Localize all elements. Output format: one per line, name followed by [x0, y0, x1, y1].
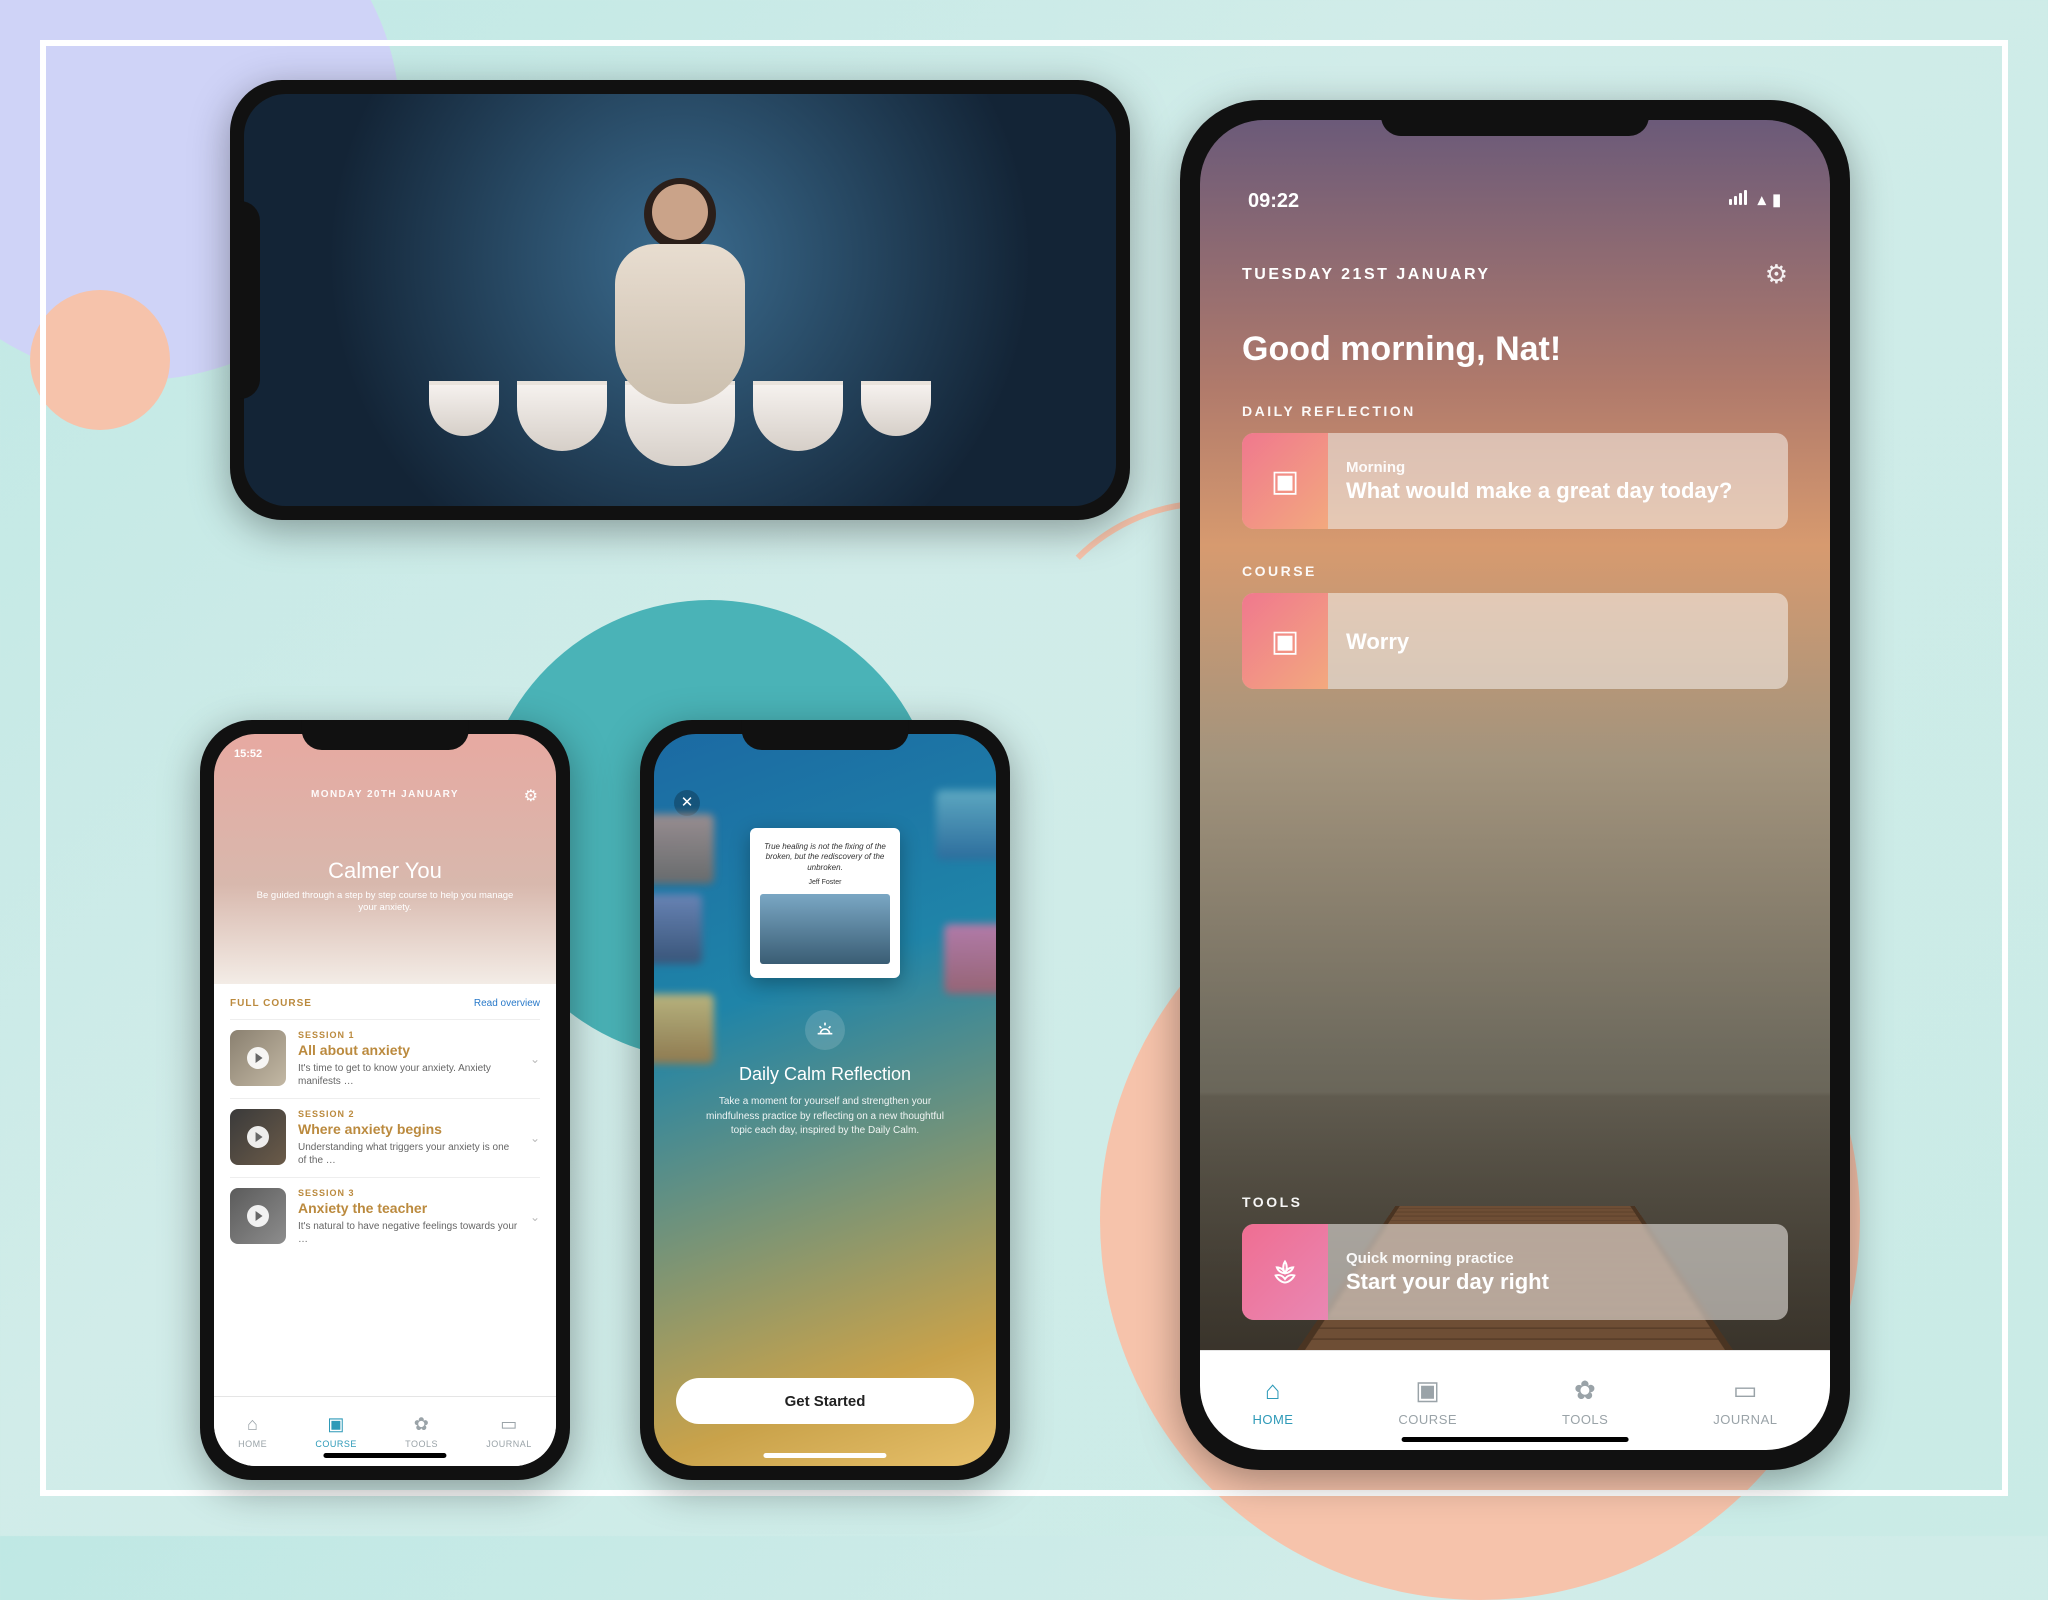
session-title: Where anxiety begins — [298, 1121, 518, 1137]
session-desc: It's time to get to know your anxiety. A… — [298, 1062, 518, 1088]
play-icon[interactable] — [230, 1188, 286, 1244]
journal-icon: ▭ — [1733, 1375, 1758, 1406]
daily-sub: Morning — [1346, 459, 1732, 476]
journal-icon: ▭ — [500, 1414, 518, 1435]
session-row[interactable]: SESSION 3 Anxiety the teacher It's natur… — [230, 1177, 540, 1256]
settings-icon[interactable]: ⚙ — [1765, 259, 1788, 290]
session-number: SESSION 1 — [298, 1030, 518, 1040]
course-header: 15:52 MONDAY 20TH JANUARY ⚙ Calmer You B… — [214, 734, 556, 984]
tab-course[interactable]: ▣COURSE — [315, 1414, 357, 1449]
instructor-figure — [600, 184, 760, 404]
tab-bar: ⌂HOME ▣COURSE ✿TOOLS ▭JOURNAL — [1200, 1350, 1830, 1450]
quote-author: Jeff Foster — [760, 879, 890, 886]
quote-text: True healing is not the fixing of the br… — [760, 842, 890, 873]
play-icon[interactable] — [230, 1109, 286, 1165]
session-desc: Understanding what triggers your anxiety… — [298, 1141, 518, 1167]
thumb-blur — [944, 924, 996, 994]
section-label-daily: DAILY REFLECTION — [1242, 403, 1788, 419]
tab-home[interactable]: ⌂HOME — [238, 1414, 267, 1449]
course-title: Calmer You — [214, 858, 556, 884]
session-title: Anxiety the teacher — [298, 1200, 518, 1216]
home-icon: ⌂ — [247, 1414, 258, 1435]
sunrise-icon — [805, 1010, 845, 1050]
course-card[interactable]: ▣ Worry — [1242, 593, 1788, 689]
chevron-down-icon[interactable]: ⌄ — [530, 1210, 540, 1224]
tools-title: Start your day right — [1346, 1269, 1549, 1295]
statusbar: 09:22 ▴ ▮ — [1242, 190, 1788, 213]
quote-image — [760, 894, 890, 964]
get-started-button[interactable]: Get Started — [676, 1378, 974, 1424]
session-number: SESSION 3 — [298, 1188, 518, 1198]
statusbar-time: 15:52 — [234, 748, 262, 760]
lotus-icon: ✿ — [414, 1414, 430, 1435]
phone-landscape-video — [230, 80, 1130, 520]
tab-tools[interactable]: ✿TOOLS — [1562, 1375, 1608, 1427]
reflection-desc: Take a moment for yourself and strengthe… — [699, 1095, 952, 1139]
close-icon[interactable]: ✕ — [674, 790, 700, 816]
header-date: MONDAY 20TH JANUARY — [214, 789, 556, 800]
calendar-icon: ▣ — [327, 1414, 345, 1435]
daily-title: What would make a great day today? — [1346, 478, 1732, 504]
greeting: Good morning, Nat! — [1242, 330, 1788, 369]
tab-course[interactable]: ▣COURSE — [1398, 1375, 1457, 1427]
tab-journal[interactable]: ▭JOURNAL — [1713, 1375, 1777, 1427]
section-label-tools: TOOLS — [1242, 1194, 1788, 1210]
play-icon[interactable] — [230, 1030, 286, 1086]
tools-sub: Quick morning practice — [1346, 1250, 1549, 1267]
reflection-title: Daily Calm Reflection — [678, 1064, 972, 1085]
section-label-course: COURSE — [1242, 563, 1788, 579]
tab-journal[interactable]: ▭JOURNAL — [486, 1414, 532, 1449]
tab-home[interactable]: ⌂HOME — [1252, 1375, 1293, 1427]
course-title: Worry — [1346, 629, 1409, 655]
calendar-icon: ▣ — [1242, 593, 1328, 689]
session-desc: It's natural to have negative feelings t… — [298, 1220, 518, 1246]
tools-card[interactable]: Quick morning practice Start your day ri… — [1242, 1224, 1788, 1320]
lotus-icon — [1242, 1224, 1328, 1320]
phone-course: 15:52 MONDAY 20TH JANUARY ⚙ Calmer You B… — [200, 720, 570, 1480]
thumb-blur — [654, 894, 702, 964]
statusbar-right: ▴ ▮ — [1729, 190, 1782, 213]
thumb-blur — [654, 814, 714, 884]
header-date: TUESDAY 21ST JANUARY — [1242, 266, 1491, 284]
home-icon: ⌂ — [1265, 1375, 1281, 1406]
settings-icon[interactable]: ⚙ — [524, 786, 538, 806]
statusbar-time: 09:22 — [1248, 190, 1299, 213]
session-title: All about anxiety — [298, 1042, 518, 1058]
quote-card[interactable]: True healing is not the fixing of the br… — [750, 828, 900, 978]
daily-reflection-card[interactable]: ▣ Morning What would make a great day to… — [1242, 433, 1788, 529]
lotus-icon: ✿ — [1574, 1375, 1596, 1406]
session-row[interactable]: SESSION 2 Where anxiety begins Understan… — [230, 1098, 540, 1177]
section-label-full-course: FULL COURSE — [230, 998, 312, 1009]
battery-icon: ▮ — [1772, 192, 1782, 209]
phone-home: 09:22 ▴ ▮ TUESDAY 21ST JANUARY ⚙ Good mo… — [1180, 100, 1850, 1470]
chevron-down-icon[interactable]: ⌄ — [530, 1131, 540, 1145]
chevron-down-icon[interactable]: ⌄ — [530, 1052, 540, 1066]
session-number: SESSION 2 — [298, 1109, 518, 1119]
sound-bath-video[interactable] — [244, 94, 1116, 506]
calendar-icon: ▣ — [1242, 433, 1328, 529]
thumb-blur — [654, 994, 714, 1064]
phone-daily-reflection: ✕ True healing is not the fixing of the … — [640, 720, 1010, 1480]
thumb-blur — [936, 790, 996, 860]
signal-icon — [1729, 190, 1747, 205]
calendar-icon: ▣ — [1415, 1375, 1440, 1406]
session-row[interactable]: SESSION 1 All about anxiety It's time to… — [230, 1019, 540, 1098]
wifi-icon: ▴ — [1758, 192, 1767, 209]
read-overview-link[interactable]: Read overview — [474, 998, 540, 1009]
course-subtitle: Be guided through a step by step course … — [248, 890, 522, 915]
tab-tools[interactable]: ✿TOOLS — [405, 1414, 438, 1449]
bg-blob-peach-small — [30, 290, 170, 430]
